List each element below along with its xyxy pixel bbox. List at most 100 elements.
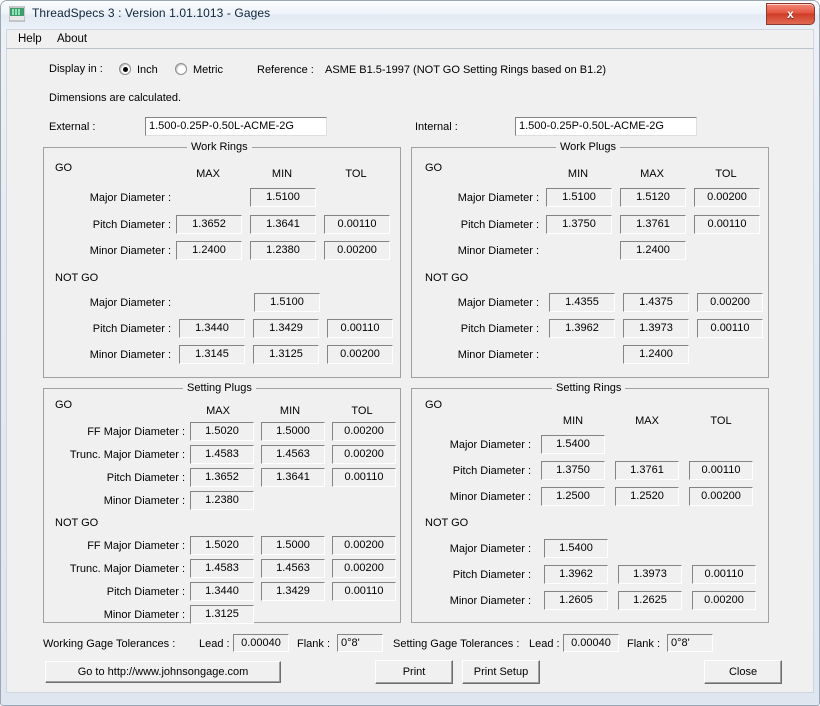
wr-go-pitch-label: Pitch Diameter : — [92, 219, 171, 231]
wr-go-major-min: 1.5100 — [250, 188, 316, 207]
work-plugs-group — [411, 147, 769, 378]
wp-ng-pitch-min: 1.3962 — [549, 319, 615, 338]
sr-ng-major-min: 1.5400 — [544, 539, 608, 558]
sr-go-minor-label: Minor Diameter : — [449, 491, 531, 503]
wr-ng-pitch-max: 1.3440 — [179, 319, 245, 338]
menu-item-help[interactable]: Help — [16, 33, 44, 45]
sp-ng-truncmajor-min: 1.4563 — [261, 559, 325, 578]
window-title: ThreadSpecs 3 : Version 1.01.1013 - Gage… — [32, 6, 271, 20]
wr-go-pitch-max: 1.3652 — [176, 215, 242, 234]
radio-metric-label: Metric — [193, 64, 223, 76]
work-plugs-go-label: GO — [425, 162, 443, 174]
setting-plugs-col3-header: TOL — [351, 405, 373, 417]
print-button[interactable]: Print — [375, 660, 453, 684]
setting-flank-label: Flank : — [627, 638, 661, 650]
sr-go-pitch-label: Pitch Diameter : — [452, 465, 531, 477]
sp-go-truncmajor-min: 1.4563 — [261, 445, 325, 464]
sr-go-minor-min: 1.2500 — [541, 487, 605, 506]
sr-go-pitch-max: 1.3761 — [615, 461, 679, 480]
working-lead-input[interactable]: 0.00040 — [233, 634, 289, 652]
title-bar: ThreadSpecs 3 : Version 1.01.1013 - Gage… — [1, 1, 819, 28]
setting-plugs-title: Setting Plugs — [183, 382, 256, 394]
setting-plugs-col1-header: MAX — [206, 405, 230, 417]
sr-go-major-min: 1.5400 — [541, 435, 605, 454]
wr-ng-minor-tol: 0.00200 — [327, 345, 393, 364]
setting-rings-col2-header: MAX — [635, 415, 659, 427]
sp-ng-ffmajor-max: 1.5020 — [190, 536, 254, 555]
internal-thread-input[interactable]: 1.500-0.25P-0.50L-ACME-2G — [515, 117, 697, 136]
sr-go-minor-tol: 0.00200 — [689, 487, 753, 506]
work-rings-col1-header: MAX — [196, 168, 220, 180]
close-window-button[interactable]: x — [766, 3, 815, 25]
sp-ng-pitch-label: Pitch Diameter : — [106, 586, 185, 598]
setting-flank-input[interactable]: 0°8' — [667, 634, 713, 652]
sr-ng-minor-label: Minor Diameter : — [449, 595, 531, 607]
sp-ng-minor-max: 1.3125 — [190, 605, 254, 624]
sp-go-ffmajor-tol: 0.00200 — [332, 422, 396, 441]
setting-rings-title: Setting Rings — [552, 382, 626, 394]
reference-value: ASME B1.5-1997 (NOT GO Setting Rings bas… — [325, 64, 607, 76]
work-plugs-col2-header: MAX — [640, 168, 664, 180]
internal-label: Internal : — [415, 121, 458, 133]
wr-go-minor-max: 1.2400 — [176, 241, 242, 260]
working-flank-input[interactable]: 0°8' — [337, 634, 383, 652]
sr-ng-minor-max: 1.2625 — [618, 591, 682, 610]
setting-rings-col3-header: TOL — [710, 415, 732, 427]
wp-ng-pitch-max: 1.3973 — [623, 319, 689, 338]
wp-ng-major-max: 1.4375 — [623, 293, 689, 312]
work-rings-col2-header: MIN — [271, 168, 293, 180]
wr-ng-pitch-min: 1.3429 — [253, 319, 319, 338]
wp-ng-pitch-tol: 0.00110 — [697, 319, 763, 338]
display-in-label: Display in : — [49, 63, 103, 75]
wr-ng-minor-label: Minor Diameter : — [89, 349, 171, 361]
wr-go-minor-label: Minor Diameter : — [89, 245, 171, 257]
app-icon — [8, 6, 26, 22]
wp-ng-minor-max: 1.2400 — [623, 345, 689, 364]
work-rings-group — [43, 147, 401, 378]
wr-ng-minor-min: 1.3125 — [253, 345, 319, 364]
sp-go-pitch-tol: 0.00110 — [332, 468, 396, 487]
wr-ng-major-min: 1.5100 — [254, 293, 320, 312]
sr-go-minor-max: 1.2520 — [615, 487, 679, 506]
setting-plugs-col2-header: MIN — [279, 405, 301, 417]
setting-plugs-notgo-label: NOT GO — [55, 517, 99, 529]
sp-ng-truncmajor-label: Trunc. Major Diameter : — [69, 563, 185, 575]
work-rings-notgo-label: NOT GO — [55, 272, 99, 284]
sr-go-pitch-tol: 0.00110 — [689, 461, 753, 480]
print-setup-button[interactable]: Print Setup — [462, 660, 540, 684]
wp-go-major-max: 1.5120 — [620, 188, 686, 207]
radio-inch-label: Inch — [137, 64, 158, 76]
wp-go-major-tol: 0.00200 — [694, 188, 760, 207]
wp-ng-major-tol: 0.00200 — [697, 293, 763, 312]
wr-go-pitch-tol: 0.00110 — [324, 215, 390, 234]
wp-ng-minor-label: Minor Diameter : — [457, 349, 539, 361]
external-label: External : — [49, 121, 96, 133]
wr-go-pitch-min: 1.3641 — [250, 215, 316, 234]
wr-ng-pitch-label: Pitch Diameter : — [92, 323, 171, 335]
setting-lead-input[interactable]: 0.00040 — [563, 634, 619, 652]
website-button[interactable]: Go to http://www.johnsongage.com — [45, 661, 281, 683]
menu-item-about[interactable]: About — [55, 33, 89, 45]
wr-go-major-label: Major Diameter : — [89, 192, 171, 204]
sr-ng-pitch-label: Pitch Diameter : — [452, 569, 531, 581]
sr-go-major-label: Major Diameter : — [449, 439, 531, 451]
sp-go-ffmajor-max: 1.5020 — [190, 422, 254, 441]
radio-metric[interactable] — [175, 63, 187, 75]
reference-label: Reference : — [257, 64, 314, 76]
wp-go-pitch-tol: 0.00110 — [694, 215, 760, 234]
close-button[interactable]: Close — [704, 660, 782, 684]
work-rings-col3-header: TOL — [345, 168, 367, 180]
work-rings-go-label: GO — [55, 162, 73, 174]
application-window: ThreadSpecs 3 : Version 1.01.1013 - Gage… — [0, 0, 820, 706]
sr-ng-minor-tol: 0.00200 — [692, 591, 756, 610]
sr-ng-pitch-tol: 0.00110 — [692, 565, 756, 584]
radio-inch[interactable] — [119, 63, 131, 75]
sp-go-ffmajor-min: 1.5000 — [261, 422, 325, 441]
setting-rings-notgo-label: NOT GO — [425, 517, 469, 529]
wp-go-pitch-min: 1.3750 — [546, 215, 612, 234]
wr-go-minor-min: 1.2380 — [250, 241, 316, 260]
sr-ng-pitch-max: 1.3973 — [618, 565, 682, 584]
working-lead-label: Lead : — [199, 638, 230, 650]
sp-ng-ffmajor-tol: 0.00200 — [332, 536, 396, 555]
external-thread-input[interactable]: 1.500-0.25P-0.50L-ACME-2G — [145, 117, 327, 136]
